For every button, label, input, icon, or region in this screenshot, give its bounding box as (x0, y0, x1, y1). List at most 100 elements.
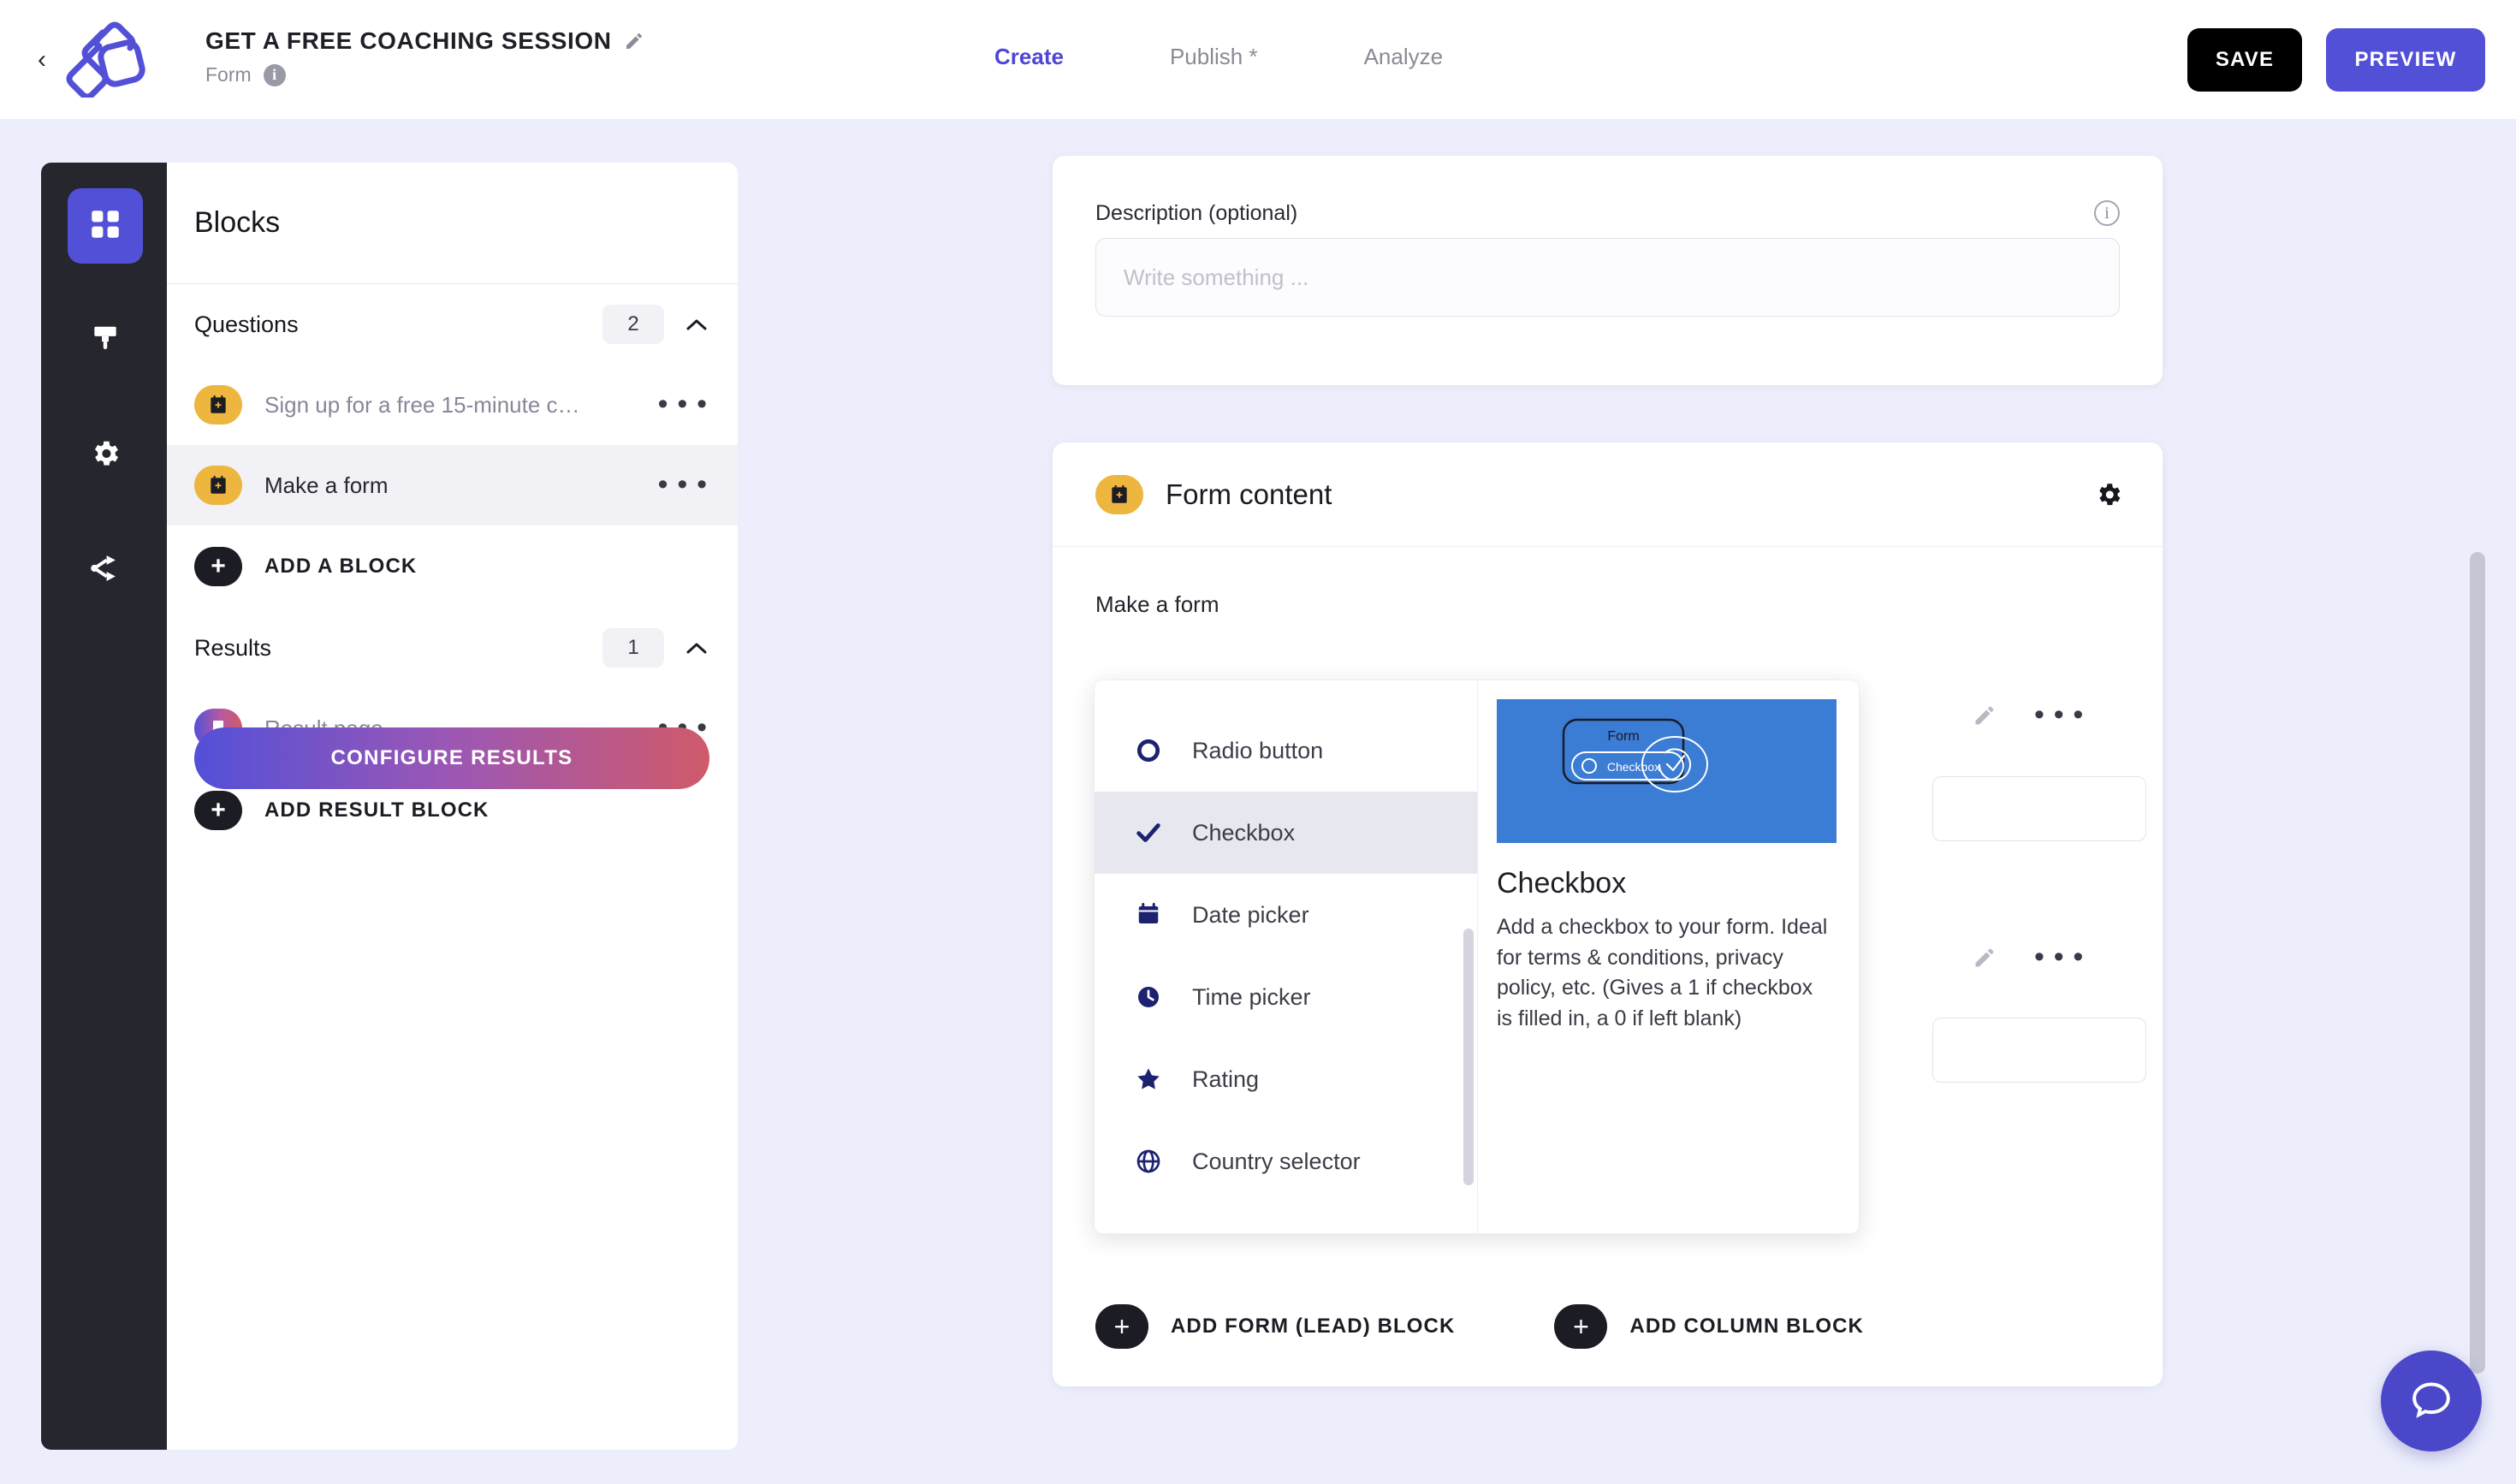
field-type-preview: Form Checkbox Checkbox Add a checkbox to… (1478, 680, 1859, 1233)
clock-icon (1132, 981, 1165, 1013)
form-content-title: Form content (1166, 478, 1332, 510)
preview-checkbox-label: Checkbox (1607, 760, 1660, 774)
plus-icon: + (194, 547, 242, 586)
chat-support-button[interactable] (2381, 1350, 2482, 1451)
top-actions: SAVE PREVIEW (2187, 28, 2485, 92)
description-input[interactable] (1095, 238, 2120, 317)
field-type-dropdown: Radio button Checkbox Date picker Time p… (1094, 680, 1860, 1234)
blocks-panel-title: Blocks (194, 206, 281, 239)
form-field-row-tools: • • • (1973, 701, 2085, 729)
rail-item-blocks[interactable] (68, 188, 143, 264)
field-type-option-label: Country selector (1192, 1148, 1361, 1174)
field-type-list: Radio button Checkbox Date picker Time p… (1095, 680, 1478, 1233)
radio-circle-icon (1132, 734, 1165, 767)
calendar-plus-icon (194, 385, 242, 424)
gear-icon (89, 437, 122, 474)
chat-bubble-icon (2407, 1375, 2455, 1428)
edit-title-pencil-icon[interactable] (624, 31, 644, 51)
tab-publish[interactable]: Publish * (1168, 39, 1260, 75)
block-item-menu-button[interactable]: • • • (658, 390, 709, 418)
share-nodes-icon (89, 552, 122, 589)
add-column-block-button[interactable]: + ADD COLUMN BLOCK (1554, 1304, 1864, 1349)
gear-icon[interactable] (2094, 480, 2123, 509)
tab-create[interactable]: Create (993, 39, 1065, 75)
description-card: Description (optional) i (1053, 156, 2163, 385)
blocks-panel: Blocks Questions 2 Sign up for a free 15… (167, 163, 738, 1450)
section-questions-label: Questions (194, 311, 299, 337)
field-type-option-label: Date picker (1192, 901, 1309, 928)
chevron-up-icon[interactable] (685, 316, 709, 333)
add-column-block-label: ADD COLUMN BLOCK (1629, 1315, 1864, 1338)
field-type-option-time-picker[interactable]: Time picker (1095, 956, 1477, 1038)
field-type-preview-description: Add a checkbox to your form. Ideal for t… (1497, 915, 1828, 1030)
grid-icon (87, 206, 123, 246)
add-result-block-label: ADD RESULT BLOCK (264, 798, 490, 822)
edit-field-pencil-icon[interactable] (1973, 946, 1997, 970)
rail-item-settings[interactable] (68, 418, 143, 493)
calendar-plus-icon (1095, 474, 1143, 514)
add-a-block-label: ADD A BLOCK (264, 555, 418, 578)
section-questions[interactable]: Questions 2 (167, 284, 738, 365)
field-type-option-country-selector[interactable]: Country selector (1095, 1120, 1477, 1202)
section-results-label: Results (194, 634, 272, 661)
form-content-header: Form content (1053, 442, 2163, 547)
main-tabs: Create Publish * Analyze (993, 39, 1445, 75)
block-item-label: Make a form (264, 472, 389, 498)
block-item-signup[interactable]: Sign up for a free 15-minute c… • • • (167, 365, 738, 445)
checkbox-preview-thumbnail: Form Checkbox (1497, 699, 1837, 843)
back-button[interactable]: ‹ (31, 45, 53, 74)
field-type-preview-title: Checkbox (1497, 867, 1627, 899)
page-title: GET A FREE COACHING SESSION (205, 27, 612, 54)
tool-rail (41, 163, 169, 1450)
section-results[interactable]: Results 1 (167, 608, 738, 688)
rail-item-design[interactable] (68, 303, 143, 378)
plus-icon: + (1554, 1304, 1608, 1349)
field-type-option-date-picker[interactable]: Date picker (1095, 874, 1477, 956)
form-type-label: Form (205, 63, 252, 86)
edit-field-pencil-icon[interactable] (1973, 703, 1997, 727)
involve-me-logo[interactable] (62, 19, 147, 100)
calendar-icon (1132, 899, 1165, 931)
info-icon[interactable]: i (2094, 200, 2120, 226)
configure-results-button[interactable]: CONFIGURE RESULTS (194, 727, 709, 789)
section-results-count: 1 (602, 628, 664, 668)
dropdown-scrollbar-thumb[interactable] (1463, 929, 1474, 1185)
form-footer: + ADD FORM (LEAD) BLOCK + ADD COLUMN BLO… (1095, 1304, 1864, 1349)
field-type-option-rating[interactable]: Rating (1095, 1038, 1477, 1120)
preview-form-label: Form (1607, 729, 1639, 744)
form-field-row-tools: • • • (1973, 943, 2085, 971)
add-form-lead-block-button[interactable]: + ADD FORM (LEAD) BLOCK (1095, 1304, 1455, 1349)
field-type-option-label: Radio button (1192, 737, 1324, 763)
block-item-make-a-form[interactable]: Make a form • • • (167, 445, 738, 525)
top-bar: ‹ GET A FREE COACHING SESSION Form i Cre… (0, 0, 2516, 119)
add-form-lead-block-label: ADD FORM (LEAD) BLOCK (1171, 1315, 1456, 1338)
plus-icon: + (194, 791, 242, 830)
plus-icon: + (1095, 1304, 1148, 1349)
chevron-up-icon[interactable] (685, 639, 709, 656)
field-type-option-radio-button[interactable]: Radio button (1095, 709, 1477, 792)
form-field-menu-button[interactable]: • • • (2034, 701, 2085, 729)
back-chevron-icon: ‹ (38, 45, 46, 74)
info-icon[interactable]: i (263, 63, 286, 86)
star-icon (1132, 1063, 1165, 1095)
calendar-plus-icon (194, 466, 242, 505)
description-label: Description (optional) (1095, 200, 1298, 225)
field-type-option-checkbox[interactable]: Checkbox (1095, 792, 1477, 874)
field-type-option-label: Rating (1192, 1066, 1260, 1092)
form-field-menu-button[interactable]: • • • (2034, 943, 2085, 971)
form-body-label: Make a form (1095, 591, 1219, 617)
preview-button[interactable]: PREVIEW (2326, 28, 2485, 92)
check-icon (1132, 816, 1165, 849)
section-questions-count: 2 (602, 305, 664, 344)
save-button[interactable]: SAVE (2187, 28, 2302, 92)
page-scrollbar-thumb[interactable] (2470, 552, 2485, 1374)
field-type-option-label: Time picker (1192, 983, 1311, 1010)
form-field-input[interactable] (1932, 776, 2146, 841)
form-field-input[interactable] (1932, 1018, 2146, 1083)
add-a-block-button[interactable]: + ADD A BLOCK (167, 525, 738, 608)
paintbrush-icon (89, 323, 122, 359)
blocks-panel-header: Blocks (167, 163, 738, 284)
rail-item-logic[interactable] (68, 532, 143, 608)
tab-analyze[interactable]: Analyze (1362, 39, 1445, 75)
block-item-menu-button[interactable]: • • • (658, 471, 709, 499)
